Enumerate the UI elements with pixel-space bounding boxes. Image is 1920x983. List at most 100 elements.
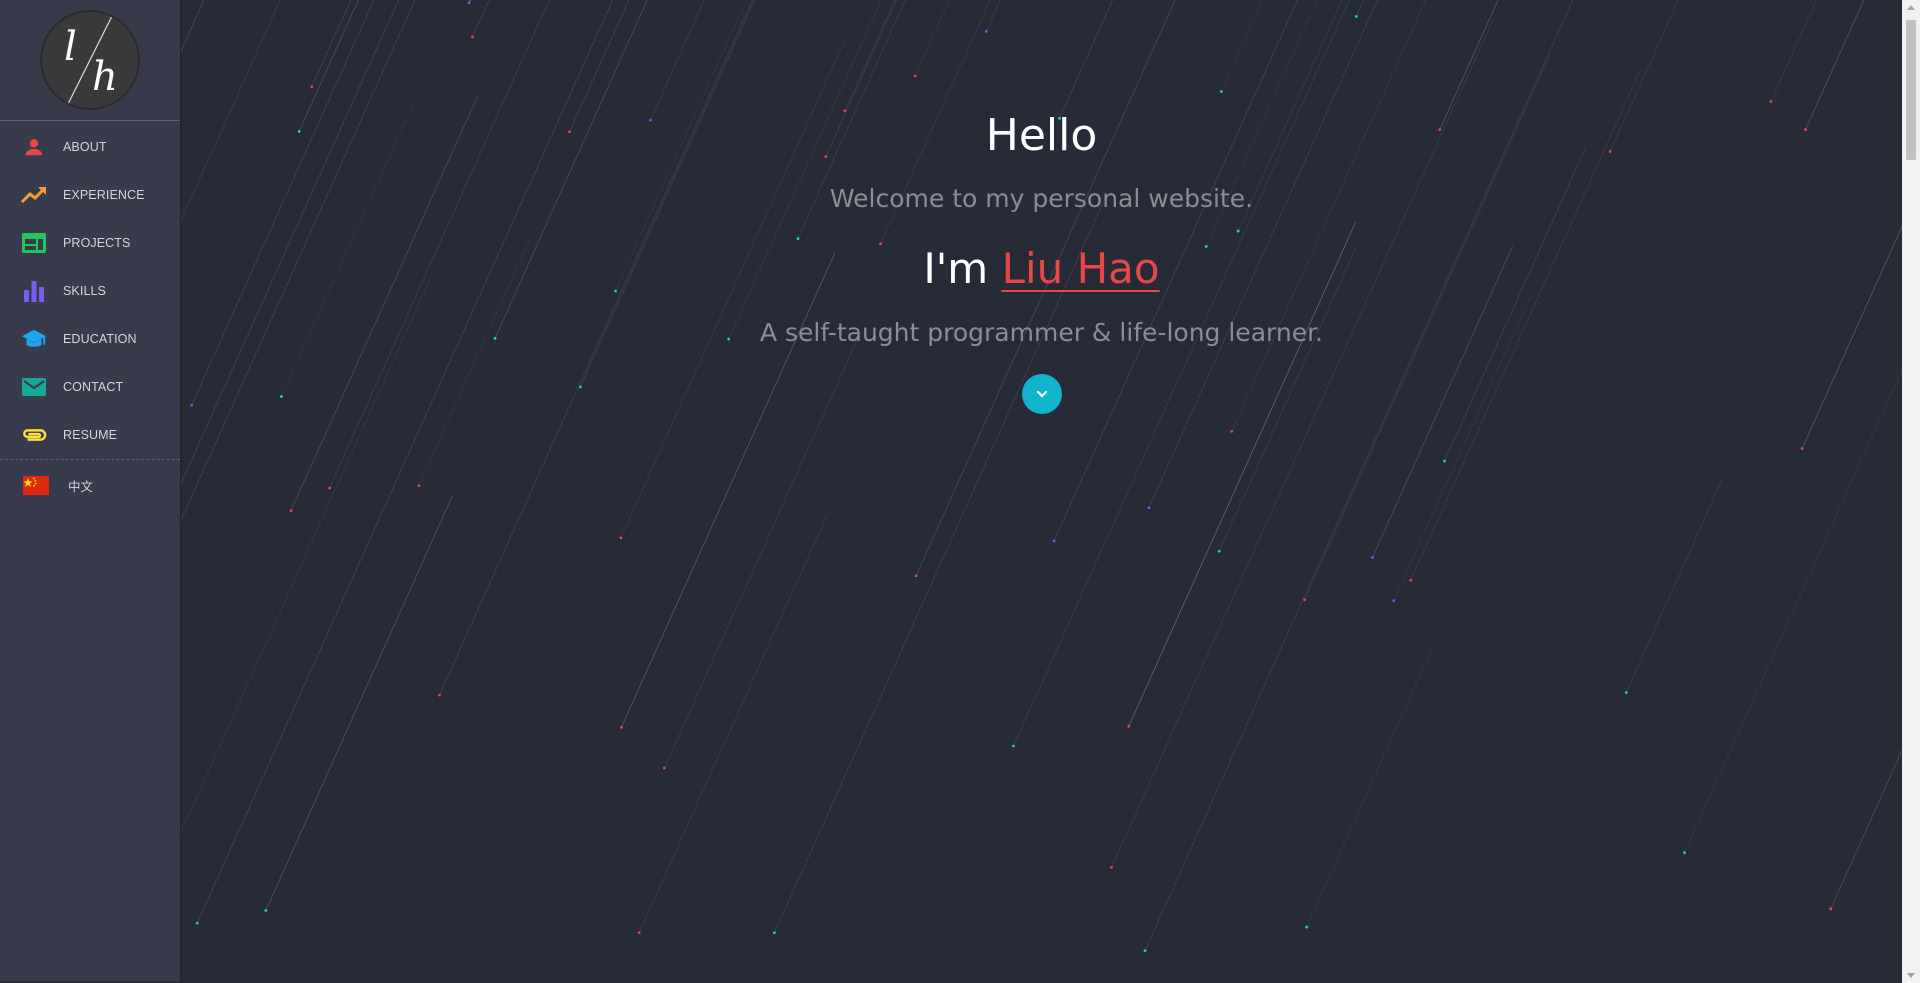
star-streak xyxy=(181,0,416,521)
star-dot xyxy=(1127,724,1131,728)
logo-monogram-icon: l h xyxy=(64,15,118,105)
star-dot xyxy=(619,536,623,540)
sidebar: l h ABOUT EXPERIENCE PROJECTS SKILLS EDU… xyxy=(0,0,181,983)
star-dot xyxy=(662,766,666,770)
star-streak xyxy=(638,516,827,933)
graduation-cap-icon xyxy=(21,326,47,352)
sidebar-item-projects[interactable]: PROJECTS xyxy=(0,219,180,267)
sidebar-item-label: CONTACT xyxy=(63,380,124,394)
chevron-down-icon xyxy=(1036,390,1048,398)
star-dot xyxy=(1829,907,1833,911)
star-dot xyxy=(578,385,582,389)
sidebar-item-label: EXPERIENCE xyxy=(63,188,145,202)
star-dot xyxy=(1052,539,1056,543)
star-dot xyxy=(438,693,441,697)
star-streak xyxy=(468,0,471,4)
star-dot xyxy=(619,725,623,729)
page-scrollbar[interactable] xyxy=(1902,0,1920,983)
scrollbar-thumb[interactable] xyxy=(1906,20,1916,160)
svg-text:l: l xyxy=(64,24,77,70)
star-dot xyxy=(467,1,471,5)
star-dot xyxy=(984,29,988,33)
scroll-down-arrow-icon[interactable] xyxy=(1902,967,1920,983)
star-dot xyxy=(1110,866,1113,869)
star-streak xyxy=(774,196,1106,933)
star-dot xyxy=(190,403,193,407)
star-streak xyxy=(1231,0,1427,432)
scroll-up-arrow-icon[interactable] xyxy=(1902,0,1920,16)
star-dot xyxy=(1143,949,1147,953)
star-dot xyxy=(773,931,776,935)
hero-tagline: A self-taught programmer & life-long lea… xyxy=(759,318,1324,347)
hero-welcome: Welcome to my personal website. xyxy=(829,184,1254,213)
star-streak xyxy=(1684,368,1902,853)
web-icon xyxy=(21,230,47,256)
star-dot xyxy=(1800,447,1804,450)
star-dot xyxy=(1624,691,1628,694)
star-streak xyxy=(1770,0,1817,102)
star-streak xyxy=(1128,222,1356,727)
star-streak xyxy=(664,337,859,769)
sidebar-item-label: EDUCATION xyxy=(63,332,137,346)
star-dot xyxy=(1371,556,1374,559)
star-streak xyxy=(844,0,896,111)
star-dot xyxy=(1236,229,1240,233)
star-dot xyxy=(1147,506,1151,510)
star-dot xyxy=(289,509,293,513)
star-dot xyxy=(1303,598,1307,602)
language-switch[interactable]: 中文 xyxy=(0,459,180,510)
china-flag-icon xyxy=(23,475,49,495)
star-streak xyxy=(1625,479,1723,693)
hero-intro: I'm Liu Hao xyxy=(181,244,1902,293)
sidebar-item-contact[interactable]: CONTACT xyxy=(0,363,180,411)
star-streak xyxy=(1306,646,1434,928)
star-dot xyxy=(913,74,917,78)
star-dot xyxy=(1683,851,1686,855)
hero-greeting: Hello xyxy=(985,110,1098,161)
star-dot xyxy=(280,395,283,398)
star-dot xyxy=(195,921,199,925)
star-dot xyxy=(1769,100,1773,103)
star-dot xyxy=(1230,429,1234,433)
star-streak xyxy=(181,0,281,222)
star-dot xyxy=(914,574,918,578)
logo-area: l h xyxy=(0,0,180,121)
star-streak xyxy=(1801,225,1902,449)
trending-up-icon xyxy=(21,182,47,208)
star-dot xyxy=(1392,599,1396,603)
star-dot xyxy=(796,237,800,240)
sidebar-nav: ABOUT EXPERIENCE PROJECTS SKILLS EDUCATI… xyxy=(0,123,180,459)
svg-text:h: h xyxy=(92,54,118,100)
sidebar-item-experience[interactable]: EXPERIENCE xyxy=(0,171,180,219)
sidebar-item-about[interactable]: ABOUT xyxy=(0,123,180,171)
star-dot xyxy=(328,486,332,490)
scroll-down-button[interactable] xyxy=(1022,374,1062,414)
star-dot xyxy=(1354,15,1358,18)
star-dot xyxy=(1217,549,1221,553)
star-dot xyxy=(417,484,421,488)
star-streak xyxy=(472,0,490,37)
bar-chart-icon xyxy=(21,278,47,304)
star-dot xyxy=(1443,459,1446,463)
sidebar-item-education[interactable]: EDUCATION xyxy=(0,315,180,363)
hero-section: Hello Welcome to my personal website. I'… xyxy=(181,0,1902,983)
sidebar-item-resume[interactable]: RESUME xyxy=(0,411,180,459)
star-dot xyxy=(310,85,314,89)
star-streak xyxy=(985,0,1002,32)
star-dot xyxy=(471,35,474,39)
star-streak xyxy=(438,0,753,696)
logo[interactable]: l h xyxy=(40,10,140,110)
star-streak xyxy=(1356,0,1365,17)
star-streak xyxy=(914,0,950,76)
star-streak xyxy=(181,280,430,834)
sidebar-item-label: SKILLS xyxy=(63,284,106,298)
star-dot xyxy=(1219,90,1223,93)
sidebar-item-skills[interactable]: SKILLS xyxy=(0,267,180,315)
star-dot xyxy=(264,909,268,912)
star-streak xyxy=(650,0,705,121)
paperclip-icon xyxy=(21,422,47,448)
author-name: Liu Hao xyxy=(1001,244,1160,293)
star-streak xyxy=(1059,0,1114,119)
star-dot xyxy=(637,931,641,934)
star-streak xyxy=(1221,0,1263,92)
